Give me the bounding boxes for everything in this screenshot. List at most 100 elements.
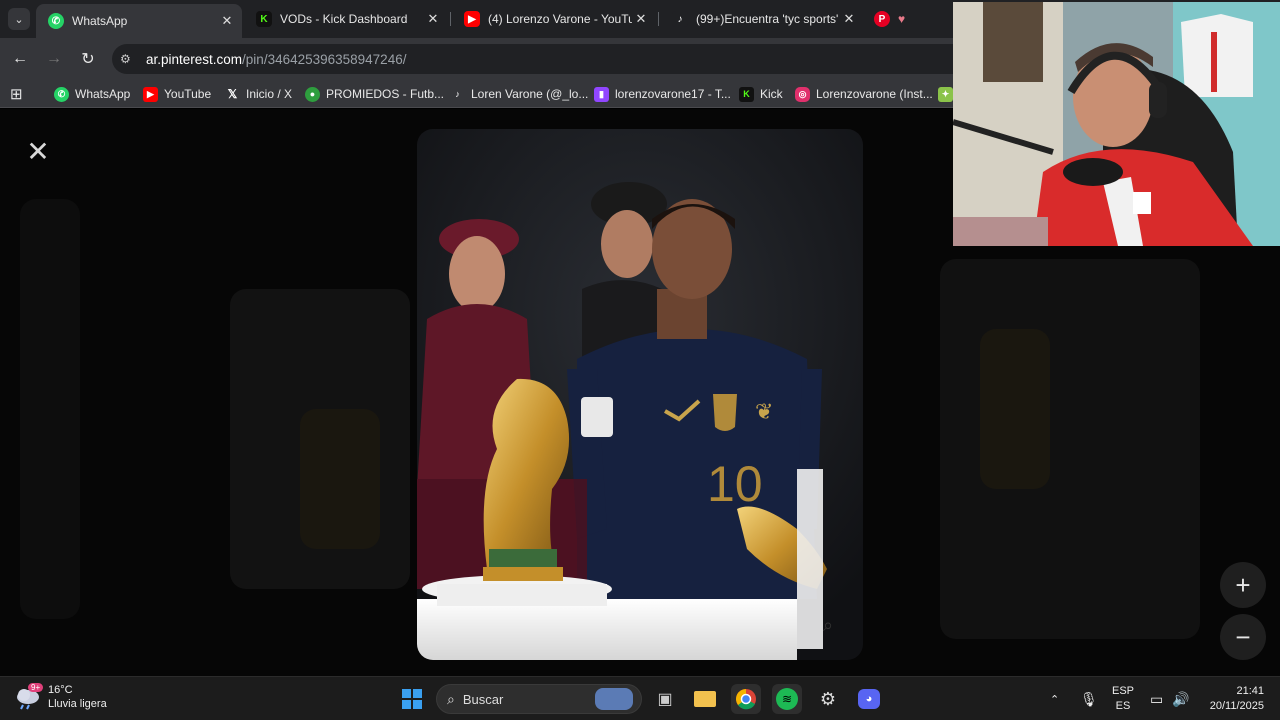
reload-icon: ↻ — [81, 51, 95, 68]
tray-overflow-button[interactable]: ⌃ — [1050, 677, 1059, 720]
bookmark-x[interactable]: 𝕏 Inicio / X — [225, 85, 292, 103]
lens-search-icon: ⌕ — [822, 614, 834, 635]
weather-badge: 9+ — [28, 683, 44, 692]
search-label: Buscar — [462, 691, 504, 707]
bookmark-promiedos[interactable]: ● PROMIEDOS - Futb... — [305, 85, 444, 103]
bookmark-label: WhatsApp — [75, 87, 131, 101]
minus-icon: − — [1235, 621, 1251, 652]
youtube-icon: ▶ — [143, 86, 158, 102]
tiktok-icon: ♪ — [672, 11, 688, 27]
start-button[interactable] — [397, 684, 427, 714]
background-pin — [980, 329, 1050, 489]
tab-pinterest[interactable]: P ♥ — [866, 4, 946, 34]
bookmark-twitch[interactable]: ▮ lorenzovarone17 - T... — [594, 85, 731, 103]
weather-temperature: 16°C — [48, 684, 73, 696]
bookmark-youtube[interactable]: ▶ YouTube — [143, 85, 211, 103]
tab-title: (99+)Encuentra 'tyc sports' e — [696, 12, 840, 26]
tab-kick-dashboard[interactable]: K VODs - Kick Dashboard ✕ — [244, 4, 448, 34]
close-button[interactable]: ✕ — [18, 131, 58, 171]
network-button[interactable]: ▭ — [1150, 677, 1163, 720]
promiedos-icon: ● — [305, 86, 320, 102]
microphone-icon: 🎙 — [1080, 690, 1098, 707]
tab-title: (4) Lorenzo Varone - YouTub — [488, 12, 632, 26]
speaker-icon: 🔊 — [1172, 690, 1190, 707]
svg-text:❦: ❦ — [755, 399, 773, 424]
bookmark-instagram[interactable]: ◎ Lorenzovarone (Inst... — [795, 85, 933, 103]
bookmark-label: YouTube — [164, 87, 212, 101]
app-button[interactable]: ⚙ — [813, 684, 843, 714]
discord-button[interactable]: ◕ — [854, 684, 884, 714]
spotify-icon: ≋ — [776, 688, 798, 710]
bookmark-label: Inicio / X — [246, 87, 293, 101]
language-indicator[interactable]: ESP ES — [1110, 684, 1136, 714]
clock-time: 21:41 — [1236, 685, 1264, 697]
visual-search-button[interactable]: ⌕ — [815, 612, 841, 638]
plus-icon: + — [1235, 569, 1251, 600]
pinterest-icon: P — [874, 11, 890, 27]
site-info-icon[interactable]: ⚙ — [120, 52, 140, 66]
chevron-up-icon: ⌃ — [1050, 693, 1060, 706]
close-icon[interactable]: ✕ — [632, 11, 650, 27]
folder-icon — [694, 691, 716, 707]
close-icon[interactable]: ✕ — [840, 11, 858, 27]
clock[interactable]: 21:41 20/11/2025 — [1198, 684, 1264, 714]
twitch-icon: ▮ — [594, 86, 609, 102]
forward-button[interactable]: → — [42, 47, 66, 71]
tab-search-button[interactable]: ⌄ — [8, 8, 30, 30]
clock-date: 20/11/2025 — [1209, 700, 1264, 712]
zoom-out-button[interactable]: − — [1220, 614, 1266, 660]
kick-icon: K — [256, 11, 272, 27]
taskbar-search[interactable]: ⌕ Buscar — [436, 684, 642, 714]
tab-divider — [658, 12, 659, 26]
address-bar[interactable]: ⚙ ar.pinterest.com/pin/34642539635894724… — [112, 44, 972, 74]
app-icon: ⚙ — [819, 688, 837, 709]
pin-image[interactable]: ❦ 10 ⌕ — [417, 129, 863, 660]
heart-icon: ♥ — [898, 12, 906, 26]
arrow-right-icon: → — [46, 50, 62, 67]
file-explorer-button[interactable] — [690, 684, 720, 714]
chevron-down-icon: ⌄ — [14, 13, 24, 26]
task-view-button[interactable]: ▣ — [650, 684, 680, 714]
weather-description: Lluvia ligera — [48, 698, 107, 710]
webcam-feed — [953, 2, 1280, 246]
whatsapp-icon: ✆ — [54, 86, 69, 102]
close-icon[interactable]: ✕ — [218, 13, 236, 29]
volume-button[interactable]: 🔊 — [1172, 677, 1189, 720]
taskbar: 9+ 16°C Lluvia ligera ⌕ Buscar ▣ ≋ ⚙ ◕ ⌃… — [0, 676, 1280, 720]
grid-icon: ⊞ — [10, 86, 23, 103]
network-icon: ▭ — [1150, 690, 1164, 707]
instagram-icon: ◎ — [795, 86, 810, 102]
bookmark-whatsapp[interactable]: ✆ WhatsApp — [54, 85, 130, 103]
shirt-number: 10 — [707, 456, 763, 512]
arrow-left-icon: ← — [12, 50, 28, 67]
url-path: /pin/346425396358947246/ — [242, 51, 407, 67]
bookmark-kick[interactable]: K Kick — [739, 85, 783, 103]
webcam-overlay — [953, 2, 1280, 246]
reload-button[interactable]: ↻ — [76, 47, 100, 71]
zoom-in-button[interactable]: + — [1220, 562, 1266, 608]
tab-tiktok[interactable]: ♪ (99+)Encuentra 'tyc sports' e ✕ — [660, 4, 864, 34]
background-pin — [940, 259, 1200, 639]
back-button[interactable]: ← — [8, 47, 32, 71]
discord-icon: ◕ — [858, 689, 880, 709]
tab-title: WhatsApp — [72, 14, 128, 28]
kick-icon: K — [739, 86, 754, 102]
weather-widget[interactable]: 9+ 16°C Lluvia ligera — [14, 683, 107, 711]
whatsapp-icon: ✆ — [48, 13, 64, 29]
bookmark-label: Kick — [760, 87, 783, 101]
close-icon: ✕ — [26, 135, 50, 167]
spotify-button[interactable]: ≋ — [772, 684, 802, 714]
bookmark-tiktok[interactable]: ♪ Loren Varone (@_lo... — [450, 85, 588, 103]
bookmark-label: lorenzovarone17 - T... — [615, 87, 731, 101]
tab-whatsapp[interactable]: ✆ WhatsApp ✕ — [36, 4, 242, 38]
chrome-button[interactable] — [731, 684, 761, 714]
background-sidebar — [20, 199, 80, 619]
tab-youtube[interactable]: ▶ (4) Lorenzo Varone - YouTub ✕ — [452, 4, 656, 34]
chrome-icon — [736, 689, 756, 710]
task-view-icon: ▣ — [657, 691, 673, 708]
apps-button[interactable]: ⊞ — [10, 85, 23, 103]
tiktok-icon: ♪ — [450, 86, 465, 102]
microphone-button[interactable]: 🎙 — [1080, 677, 1098, 720]
x-icon: 𝕏 — [225, 86, 240, 102]
close-icon[interactable]: ✕ — [424, 11, 442, 27]
